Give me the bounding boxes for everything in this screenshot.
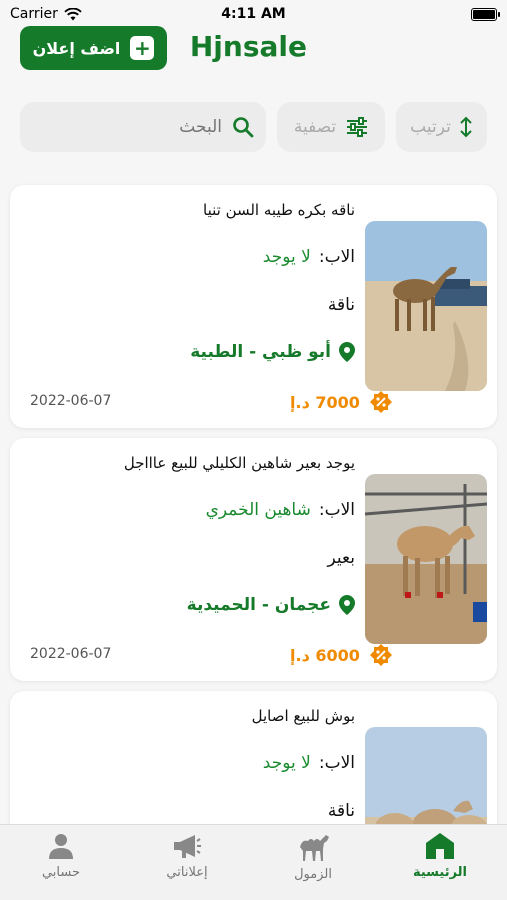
camel-photo xyxy=(365,221,487,391)
sort-button[interactable]: ترتيب xyxy=(396,102,487,152)
battery-icon xyxy=(471,7,500,21)
sort-arrows-icon xyxy=(460,116,472,138)
father-label: الاب: xyxy=(318,500,355,520)
location-row: أبو ظبي - الطبية xyxy=(190,342,355,362)
animal-type: ناقة xyxy=(327,801,355,821)
listing-title: بوش للبيع اصايل xyxy=(251,707,355,725)
listing-date: 2022-06-07 xyxy=(30,646,112,662)
price-text: 7000 د.إ xyxy=(290,392,360,412)
father-label: الاب: xyxy=(318,247,355,267)
camel-icon xyxy=(300,835,329,861)
tab-account[interactable]: حسابي xyxy=(6,833,116,893)
father-value: لا يوجد xyxy=(262,247,311,267)
listing-title: يوجد بعير شاهين الكليلي للبيع عاااجل xyxy=(123,454,355,472)
person-icon xyxy=(49,834,73,859)
animal-type: ناقة xyxy=(327,295,355,315)
header: + اضف إعلان Hjnsale xyxy=(0,26,507,74)
clock: 4:11 AM xyxy=(221,6,286,22)
search-icon xyxy=(233,117,254,138)
animal-type: بعير xyxy=(327,548,355,568)
app-title: Hjnsale xyxy=(189,30,307,63)
father-value: لا يوجد xyxy=(262,753,311,773)
add-ad-button[interactable]: + اضف إعلان xyxy=(20,26,167,70)
location-text: أبو ظبي - الطبية xyxy=(190,342,331,362)
discount-tag-icon xyxy=(369,391,392,413)
discount-tag-icon xyxy=(369,644,392,666)
father-row: الاب: لا يوجد xyxy=(263,753,355,773)
filter-label: تصفية xyxy=(293,117,337,137)
camel-photo xyxy=(365,474,487,644)
price-text: 6000 د.إ xyxy=(290,645,360,665)
listing-photo[interactable] xyxy=(365,474,487,644)
tab-camels[interactable]: الزمول xyxy=(258,833,368,893)
father-row: الاب: شاهين الخمري xyxy=(206,500,355,520)
megaphone-icon xyxy=(174,835,201,858)
sort-label: ترتيب xyxy=(410,117,451,137)
listing-photo[interactable] xyxy=(365,221,487,391)
listing-card[interactable]: يوجد بعير شاهين الكليلي للبيع عاااجل الا… xyxy=(10,438,497,681)
status-bar: Carrier 4:11 AM xyxy=(0,0,507,28)
listing-card[interactable]: ناقه بكره طيبه السن تنيا الاب: لا يوجد ن… xyxy=(10,185,497,428)
search-toolbar: تصفية ترتيب xyxy=(20,102,487,152)
location-pin-icon xyxy=(339,595,355,615)
tab-my-ads[interactable]: إعلاناتي xyxy=(132,833,242,893)
add-ad-label: اضف إعلان xyxy=(32,38,121,58)
listing-date: 2022-06-07 xyxy=(30,393,112,409)
home-icon xyxy=(426,833,454,859)
tab-camels-label: الزمول xyxy=(294,867,332,882)
listing-title: ناقه بكره طيبه السن تنيا xyxy=(203,201,355,219)
father-value: شاهين الخمري xyxy=(205,500,311,520)
search-input[interactable] xyxy=(52,117,222,137)
father-label: الاب: xyxy=(318,753,355,773)
plus-icon: + xyxy=(130,36,155,60)
tab-account-label: حسابي xyxy=(41,865,81,880)
location-text: عجمان - الحميدية xyxy=(186,595,331,615)
location-row: عجمان - الحميدية xyxy=(187,595,355,615)
tab-home[interactable]: الرئيسية xyxy=(385,833,495,893)
search-box[interactable] xyxy=(20,102,266,152)
sliders-icon xyxy=(347,117,368,137)
father-row: الاب: لا يوجد xyxy=(263,247,355,267)
tab-bar: الرئيسية الزمول إعلاناتي حسابي xyxy=(0,824,507,900)
price-row: 7000 د.إ xyxy=(290,391,392,413)
price-row: 6000 د.إ xyxy=(290,644,392,666)
tab-home-label: الرئيسية xyxy=(412,865,468,880)
location-pin-icon xyxy=(339,342,355,362)
filter-button[interactable]: تصفية xyxy=(277,102,385,152)
tab-my-ads-label: إعلاناتي xyxy=(166,865,208,880)
